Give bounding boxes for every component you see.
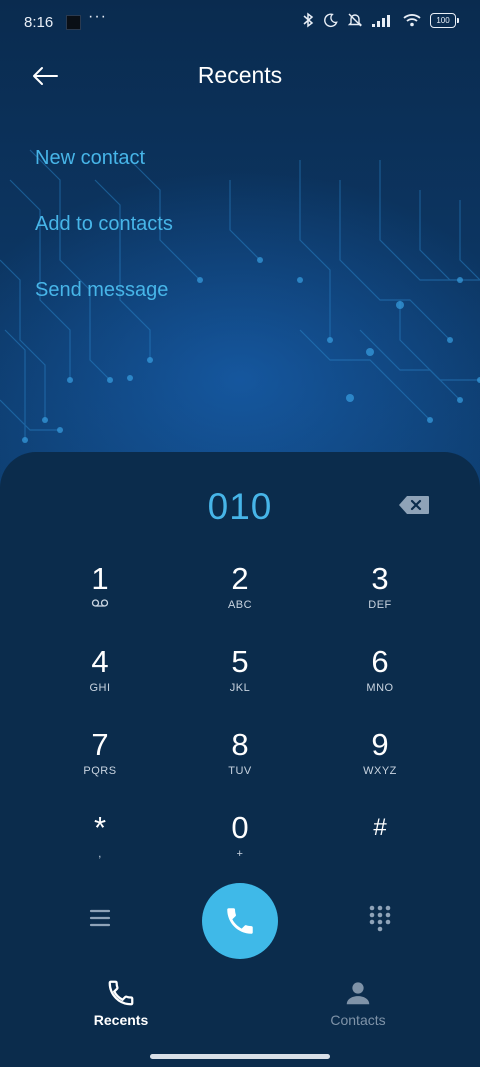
status-time: 8:16 [24,14,54,31]
key-digit: 9 [371,727,389,762]
backspace-button[interactable] [398,495,432,519]
backspace-icon [399,496,429,514]
dial-key-7[interactable]: 7 PQRS [40,728,160,798]
send-message-link[interactable]: Send message [35,279,168,302]
nav-recents[interactable]: Recents [51,978,191,1028]
dialpad-toggle-button[interactable] [366,903,394,933]
dial-key-4[interactable]: 4 GHI [40,645,160,715]
new-contact-link[interactable]: New contact [35,147,145,170]
dial-key-star[interactable]: * , [40,811,160,881]
key-letters: PQRS [83,765,117,777]
call-button[interactable] [202,883,278,959]
bluetooth-icon [303,12,314,28]
page-title: Recents [197,62,283,88]
nav-recents-label: Recents [93,1012,149,1028]
dial-key-1[interactable]: 1 [40,562,160,632]
menu-button[interactable] [86,905,114,931]
dial-key-8[interactable]: 8 TUV [180,728,300,798]
do-not-disturb-moon-icon [324,13,338,27]
dial-key-3[interactable]: 3 DEF [320,562,440,632]
phone-icon [227,908,253,934]
key-letters: MNO [366,682,394,694]
key-letters: JKL [229,682,251,694]
key-digit: 8 [231,727,249,762]
more-notifications-icon: ··· [88,8,107,25]
add-to-contacts-link[interactable]: Add to contacts [35,213,173,236]
nav-contacts-label: Contacts [330,1012,386,1028]
phone-icon [108,980,134,1006]
status-bar: 8:16 ··· 100 [0,0,480,46]
dial-key-9[interactable]: 9 WXYZ [320,728,440,798]
key-letters: , [98,848,102,860]
key-digit: 5 [231,644,249,679]
dialpad-icon [369,905,391,932]
muted-bell-icon [347,13,363,27]
signal-icon [372,15,390,27]
home-indicator[interactable] [150,1054,330,1059]
key-digit: 2 [231,561,249,596]
key-letters: TUV [228,765,252,777]
dial-key-hash[interactable]: # [320,811,440,881]
key-digit: 3 [371,561,389,596]
key-letters: GHI [89,682,111,694]
key-digit: * [93,810,107,845]
dial-key-2[interactable]: 2 ABC [180,562,300,632]
voicemail-icon [40,598,160,612]
key-letters: WXYZ [363,765,397,777]
dial-key-5[interactable]: 5 JKL [180,645,300,715]
key-digit: 0 [231,810,249,845]
key-letters: DEF [368,599,392,611]
dial-key-0[interactable]: 0 + [180,811,300,881]
key-letters: ABC [227,599,253,611]
menu-icon [89,909,111,927]
wifi-icon [403,14,421,27]
battery-icon: 100 [430,12,459,28]
dial-key-6[interactable]: 6 MNO [320,645,440,715]
status-icons: 100 [302,12,459,28]
nav-contacts[interactable]: Contacts [288,978,428,1028]
key-digit: 7 [91,727,109,762]
key-digit: 1 [91,561,109,596]
key-digit: 6 [371,644,389,679]
key-digit: 4 [91,644,109,679]
key-digit: # [373,814,387,841]
notification-app-icon [66,15,81,30]
person-icon [346,982,370,1005]
key-letters: + [236,848,244,860]
